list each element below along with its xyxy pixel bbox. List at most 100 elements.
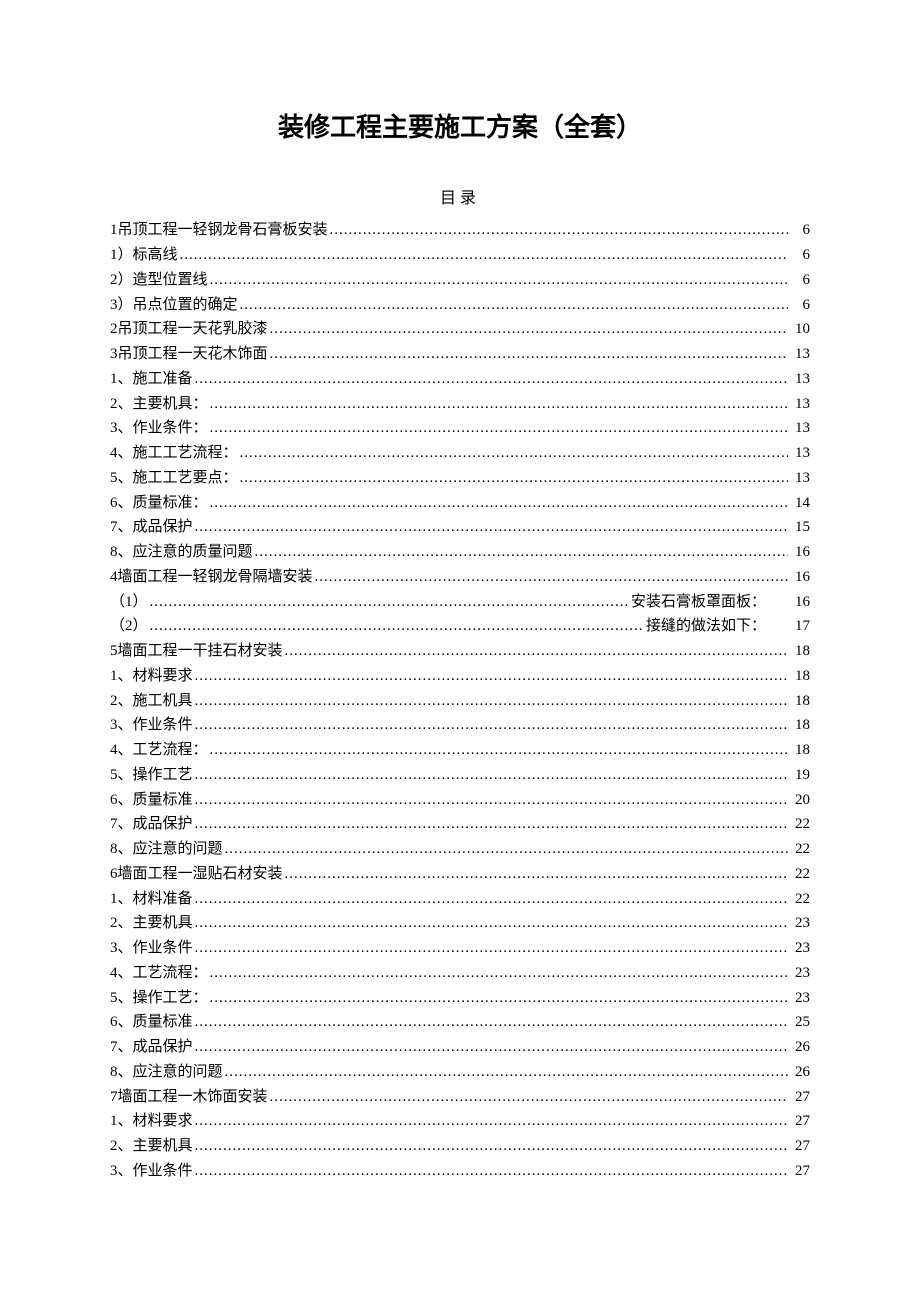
toc-entry-page: 13	[790, 441, 810, 466]
toc-dot-leader	[150, 590, 629, 615]
toc-dot-leader	[195, 1134, 788, 1159]
toc-dot-leader	[285, 639, 788, 664]
toc-entry: 2、主要机具 27	[110, 1134, 810, 1159]
toc-dot-leader	[195, 713, 788, 738]
toc-dot-leader	[330, 218, 788, 243]
toc-entry-label: （2）	[110, 614, 148, 639]
toc-entry: 1吊顶工程一轻钢龙骨石膏板安装6	[110, 218, 810, 243]
toc-entry: 1、材料要求 27	[110, 1109, 810, 1134]
toc-entry-page: 26	[790, 1035, 810, 1060]
toc-entry-label: 1、材料要求	[110, 664, 193, 689]
toc-entry: 5、施工工艺要点：13	[110, 466, 810, 491]
toc-entry-page: 20	[790, 788, 810, 813]
toc-entry-label: 4墙面工程一轻钢龙骨隔墙安装	[110, 565, 313, 590]
toc-entry-label: 8、应注意的问题	[110, 1060, 223, 1085]
toc-entry-page: 6	[790, 293, 810, 318]
toc-entry: 1、材料要求18	[110, 664, 810, 689]
toc-dot-leader	[180, 243, 788, 268]
toc-entry-label: 2、主要机具：	[110, 392, 208, 417]
toc-dot-leader	[270, 317, 788, 342]
toc-entry-label: 2）造型位置线	[110, 268, 208, 293]
toc-dot-leader	[195, 763, 788, 788]
toc-entry-label: 2、主要机具	[110, 1134, 193, 1159]
toc-entry-label: 5、操作工艺	[110, 763, 193, 788]
toc-entry-page: 14	[790, 491, 810, 516]
toc-entry: 6、质量标准20	[110, 788, 810, 813]
toc-entry-label: 8、应注意的质量问题	[110, 540, 253, 565]
toc-dot-leader	[195, 1159, 788, 1184]
toc-entry: 4墙面工程一轻钢龙骨隔墙安装16	[110, 565, 810, 590]
toc-entry-page: 27	[790, 1134, 810, 1159]
toc-entry: 7、成品保护26	[110, 1035, 810, 1060]
toc-entry-label: 5墙面工程一干挂石材安装	[110, 639, 283, 664]
toc-entry-label: 3）吊点位置的确定	[110, 293, 238, 318]
toc-entry-page: 13	[790, 392, 810, 417]
toc-entry: 5、操作工艺19	[110, 763, 810, 788]
toc-entry: 6墙面工程一湿贴石材安装 22	[110, 862, 810, 887]
toc-entry-page: 10	[790, 317, 810, 342]
toc-entry-label: 3、作业条件	[110, 936, 193, 961]
toc-entry: 2、主要机具23	[110, 911, 810, 936]
toc-entry-page: 27	[790, 1159, 810, 1184]
toc-entry: 2）造型位置线6	[110, 268, 810, 293]
toc-entry: 8、应注意的问题22	[110, 837, 810, 862]
toc-entry-page: 15	[790, 515, 810, 540]
toc-entry-label: 1、材料要求	[110, 1109, 193, 1134]
toc-entry: 3、作业条件：13	[110, 416, 810, 441]
toc-entry-label: 4、工艺流程：	[110, 738, 208, 763]
toc-entry-page: 17	[766, 614, 810, 639]
toc-entry-page: 26	[790, 1060, 810, 1085]
toc-entry-label: 3、作业条件：	[110, 416, 208, 441]
toc-dot-leader	[210, 392, 788, 417]
toc-dot-leader	[195, 887, 788, 912]
toc-entry-page: 23	[790, 936, 810, 961]
toc-dot-leader	[195, 911, 788, 936]
toc-dot-leader	[195, 664, 788, 689]
toc-entry-page: 13	[790, 466, 810, 491]
toc-entry-trail: 接缝的做法如下：	[646, 614, 766, 639]
toc-entry-page: 22	[790, 812, 810, 837]
toc-entry-page: 22	[790, 862, 810, 887]
toc-entry-label: 2、主要机具	[110, 911, 193, 936]
toc-entry: 8、应注意的问题 26	[110, 1060, 810, 1085]
toc-entry: 2吊顶工程一天花乳胶漆 10	[110, 317, 810, 342]
toc-entry-page: 22	[790, 887, 810, 912]
toc-entry-page: 27	[790, 1085, 810, 1110]
toc-dot-leader	[195, 515, 788, 540]
toc-dot-leader	[195, 689, 788, 714]
toc-entry-page: 16	[790, 540, 810, 565]
toc-dot-leader	[210, 986, 788, 1011]
toc-entry: 4、工艺流程：23	[110, 961, 810, 986]
toc-dot-leader	[195, 1035, 788, 1060]
toc-entry: 1）标高线6	[110, 243, 810, 268]
toc-entry: 3、作业条件18	[110, 713, 810, 738]
toc-dot-leader	[150, 614, 644, 639]
toc-entry: 3、作业条件27	[110, 1159, 810, 1184]
toc-dot-leader	[270, 1085, 788, 1110]
toc-entry-label: 6墙面工程一湿贴石材安装	[110, 862, 283, 887]
toc-dot-leader	[270, 342, 788, 367]
toc-dot-leader	[195, 812, 788, 837]
toc-entry-label: 1、施工准备	[110, 367, 193, 392]
toc-entry-label: （1）	[110, 590, 148, 615]
toc-dot-leader	[285, 862, 788, 887]
toc-entry: 3）吊点位置的确定 6	[110, 293, 810, 318]
toc-entry-label: 8、应注意的问题	[110, 837, 223, 862]
toc-dot-leader	[240, 466, 788, 491]
toc-entry-label: 2吊顶工程一天花乳胶漆	[110, 317, 268, 342]
toc-entry-label: 2、施工机具	[110, 689, 193, 714]
document-page: 装修工程主要施工方案（全套） 目录 1吊顶工程一轻钢龙骨石膏板安装61）标高线6…	[0, 0, 920, 1244]
toc-dot-leader	[225, 837, 788, 862]
toc-entry-page: 25	[790, 1010, 810, 1035]
toc-dot-leader	[240, 441, 788, 466]
toc-entry-label: 1吊顶工程一轻钢龙骨石膏板安装	[110, 218, 328, 243]
toc-dot-leader	[195, 1109, 788, 1134]
toc-entry-page: 13	[790, 342, 810, 367]
toc-dot-leader	[195, 936, 788, 961]
toc-entry-label: 7、成品保护	[110, 515, 193, 540]
toc-entry-label: 6、质量标准：	[110, 491, 208, 516]
toc-entry-label: 1、材料准备	[110, 887, 193, 912]
toc-dot-leader	[210, 738, 788, 763]
toc-entry-label: 6、质量标准	[110, 1010, 193, 1035]
toc-entry-page: 27	[790, 1109, 810, 1134]
